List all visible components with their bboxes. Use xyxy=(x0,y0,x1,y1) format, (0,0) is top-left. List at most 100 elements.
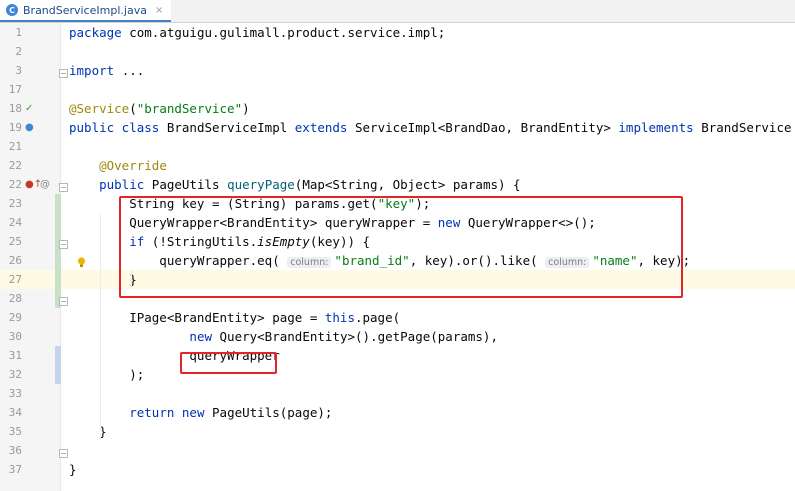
line-number: 3 xyxy=(15,64,22,77)
code-token: this xyxy=(324,310,355,325)
fold-icon[interactable]: − xyxy=(59,240,68,249)
code-line[interactable]: 31 queryWrapper xyxy=(0,346,795,365)
code-token: implements xyxy=(618,120,702,135)
code-line[interactable]: 19 public class BrandServiceImpl extends … xyxy=(0,118,795,137)
line-number: 21 xyxy=(8,140,22,153)
line-number: 24 xyxy=(8,216,22,229)
code-text: new Query<BrandEntity>().getPage(params)… xyxy=(69,327,498,346)
code-line[interactable]: 29 IPage<BrandEntity> page = this.page( xyxy=(0,308,795,327)
code-token: Query<BrandEntity>().getPage(params), xyxy=(219,329,498,344)
code-token: ); xyxy=(69,367,145,382)
code-text: public class BrandServiceImpl extends Se… xyxy=(69,118,795,137)
line-number: 28 xyxy=(8,292,22,305)
code-token: @Override xyxy=(99,158,167,173)
code-line[interactable]: 17 xyxy=(0,80,795,99)
code-text: @Override xyxy=(69,156,167,175)
code-token: import xyxy=(69,63,122,78)
code-line[interactable]: 37} xyxy=(0,460,795,479)
code-line[interactable]: 21 xyxy=(0,137,795,156)
line-number: 33 xyxy=(8,387,22,400)
code-text: IPage<BrandEntity> page = this.page( xyxy=(69,308,400,327)
code-line[interactable]: 30 new Query<BrandEntity>().getPage(para… xyxy=(0,327,795,346)
line-number: 36 xyxy=(8,444,22,457)
line-number: 32 xyxy=(8,368,22,381)
code-token: package xyxy=(69,25,130,40)
code-line[interactable]: 2 xyxy=(0,42,795,61)
code-token: (Map<String, Object> params) { xyxy=(294,177,521,192)
code-token: BrandServiceImpl xyxy=(166,120,295,135)
tab-label: BrandServiceImpl.java xyxy=(23,3,147,17)
code-token: public class xyxy=(69,120,167,135)
line-number: 17 xyxy=(8,83,22,96)
code-token: @Service xyxy=(69,101,130,116)
code-text: return new PageUtils(page); xyxy=(69,403,332,422)
code-token: "brandService" xyxy=(136,101,243,116)
fold-icon[interactable]: − xyxy=(59,183,68,192)
line-number: 1 xyxy=(15,26,22,39)
code-line[interactable]: 1 package com.atguigu.gulimall.product.se… xyxy=(0,23,795,42)
line-number: 25 xyxy=(8,235,22,248)
code-token: } xyxy=(69,462,77,477)
code-token: ServiceImpl<BrandDao, BrandEntity> xyxy=(355,120,619,135)
change-marker xyxy=(55,346,61,384)
line-number: 35 xyxy=(8,425,22,438)
fold-icon[interactable]: − xyxy=(59,69,68,78)
code-line[interactable]: 36 xyxy=(0,441,795,460)
code-line[interactable]: 33 xyxy=(0,384,795,403)
code-line[interactable]: 32 ); xyxy=(0,365,795,384)
line-number: 2 xyxy=(15,45,22,58)
highlight-box-query-wrapper-block xyxy=(119,196,683,298)
tab-brand-service-impl[interactable]: C BrandServiceImpl.java × xyxy=(0,0,172,22)
line-number: 37 xyxy=(8,463,22,476)
change-marker xyxy=(55,194,61,308)
fold-icon[interactable]: − xyxy=(59,297,68,306)
indent-guide xyxy=(100,213,101,441)
bean-icon[interactable]: ✓ xyxy=(25,99,33,118)
code-token: ( xyxy=(129,101,137,116)
code-editor[interactable]: 37} 36 35 } 34 return new PageUtils(page); 3… xyxy=(0,23,795,491)
line-number: 26 xyxy=(8,254,22,267)
java-class-icon: C xyxy=(6,4,18,16)
code-token: extends xyxy=(294,120,355,135)
annotation-icon: @ xyxy=(40,179,50,190)
close-icon[interactable]: × xyxy=(155,5,163,16)
code-line[interactable]: 18 @Service("brandService") xyxy=(0,99,795,118)
code-token: PageUtils(page); xyxy=(212,405,333,420)
code-token: ... xyxy=(121,63,145,78)
implements-icon[interactable]: ● xyxy=(25,118,34,137)
code-token: ) xyxy=(242,101,250,116)
code-token: return new xyxy=(129,405,213,420)
line-number: 29 xyxy=(8,311,22,324)
line-number: 34 xyxy=(8,406,22,419)
code-text: @Service("brandService") xyxy=(69,99,250,118)
code-text: package com.atguigu.gulimall.product.ser… xyxy=(69,23,445,42)
line-number: 22 xyxy=(8,178,22,191)
code-line[interactable]: 22 @Override xyxy=(0,156,795,175)
code-token: public xyxy=(99,177,152,192)
lightbulb-icon[interactable] xyxy=(77,257,86,268)
code-token: .page( xyxy=(354,310,401,325)
line-number: 18 xyxy=(8,102,22,115)
code-token: PageUtils xyxy=(151,177,228,192)
line-number: 27 xyxy=(8,273,22,286)
code-line[interactable]: 34 return new PageUtils(page); xyxy=(0,403,795,422)
fold-icon[interactable]: − xyxy=(59,449,68,458)
editor-tab-bar: C BrandServiceImpl.java × xyxy=(0,0,795,23)
line-number: 23 xyxy=(8,197,22,210)
code-token: new xyxy=(189,329,220,344)
code-token: com.atguigu.gulimall.product.service.imp… xyxy=(129,25,446,40)
code-text: import ... xyxy=(69,61,144,80)
code-line[interactable]: 22 public PageUtils queryPage(Map<String… xyxy=(0,175,795,194)
code-token: BrandService { xyxy=(701,120,792,135)
code-text: } xyxy=(69,460,77,479)
code-text: public PageUtils queryPage(Map<String, O… xyxy=(69,175,521,194)
line-number: 31 xyxy=(8,349,22,362)
code-line[interactable]: 3 import ... xyxy=(0,61,795,80)
code-line[interactable]: 35 } xyxy=(0,422,795,441)
code-token: IPage<BrandEntity> page = xyxy=(69,310,325,325)
line-number: 30 xyxy=(8,330,22,343)
highlight-box-query-wrapper-arg xyxy=(180,352,277,374)
